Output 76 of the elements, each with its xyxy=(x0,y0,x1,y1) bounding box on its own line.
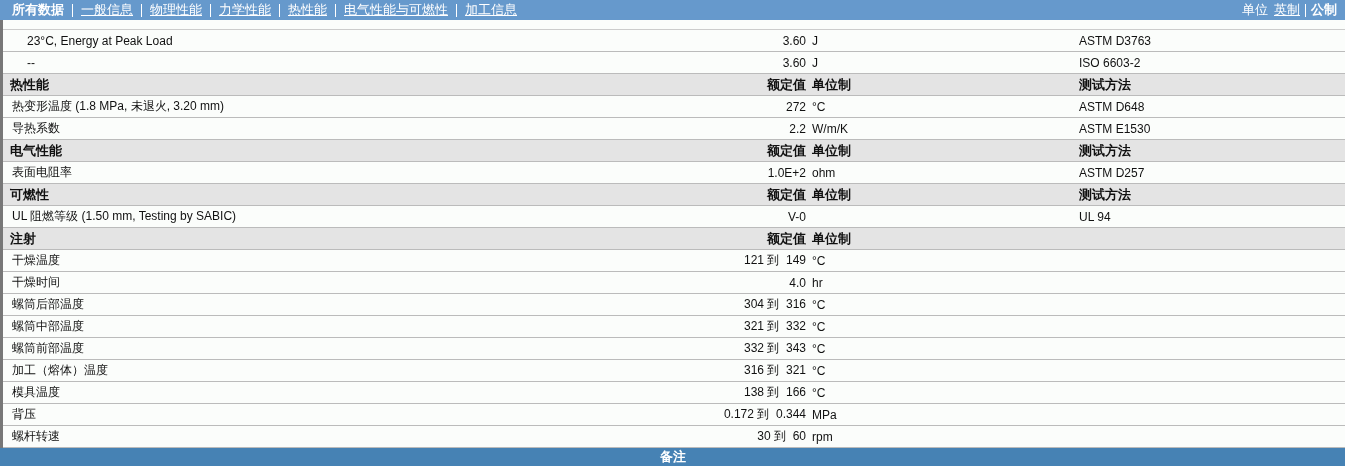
property-name: 表面电阻率 xyxy=(11,164,73,181)
nav-tab[interactable]: 所有数据 xyxy=(12,1,64,19)
column-heading: 单位制 xyxy=(812,230,851,246)
value-cell: 3.60 xyxy=(782,55,806,70)
unit-option[interactable]: 英制 xyxy=(1274,1,1300,19)
property-name: -- xyxy=(26,55,36,70)
column-heading: 测试方法 xyxy=(1079,186,1131,202)
unit-cell: rpm xyxy=(812,429,833,444)
value-cell: 316 到 321 xyxy=(743,363,806,377)
notes-title: 备注 xyxy=(659,449,686,465)
column-heading: 额定值 xyxy=(767,230,806,246)
column-heading: 测试方法 xyxy=(1079,142,1131,158)
column-heading: 单位制 xyxy=(812,76,851,92)
nav-tab[interactable]: 物理性能 xyxy=(150,1,202,19)
value-cell: 272 xyxy=(785,99,806,114)
unit-cell: hr xyxy=(812,275,823,290)
unit-cell: J xyxy=(812,55,818,70)
method-cell: ASTM D648 xyxy=(1079,99,1145,114)
column-heading: 单位制 xyxy=(812,142,851,158)
unit-cell: °C xyxy=(812,363,826,378)
value-cell: 3.60 xyxy=(782,33,806,48)
column-heading: 额定值 xyxy=(767,142,806,158)
value-cell: 2.2 xyxy=(789,121,806,136)
section-title: 电气性能 xyxy=(9,141,63,160)
value-cell: 121 到 149 xyxy=(743,253,806,267)
unit-option[interactable]: 公制 xyxy=(1311,1,1337,19)
value-cell: 0.172 到 0.344 xyxy=(723,407,806,421)
property-name: UL 阻燃等级 (1.50 mm, Testing by SABIC) xyxy=(11,208,238,225)
property-name: 螺筒后部温度 xyxy=(11,296,85,313)
property-name: 螺筒中部温度 xyxy=(11,318,85,335)
column-heading: 额定值 xyxy=(767,186,806,202)
property-name: 热变形温度 (1.8 MPa, 未退火, 3.20 mm) xyxy=(11,98,226,115)
value-cell: 1.0E+2 xyxy=(767,165,806,180)
column-heading: 测试方法 xyxy=(1079,76,1131,92)
property-name: 背压 xyxy=(11,406,37,423)
property-name: 导热系数 xyxy=(11,120,61,137)
nav-tab[interactable]: 加工信息 xyxy=(465,1,517,19)
unit-cell: W/m/K xyxy=(812,121,848,136)
value-cell: 332 到 343 xyxy=(743,341,806,355)
method-cell: ASTM D257 xyxy=(1079,165,1145,180)
section-title: 可燃性 xyxy=(9,185,50,204)
unit-cell: °C xyxy=(812,297,826,312)
property-name: 模具温度 xyxy=(11,384,61,401)
method-cell: ISO 6603-2 xyxy=(1079,55,1141,70)
value-cell: 30 到 60 xyxy=(757,429,806,443)
value-cell: 304 到 316 xyxy=(743,297,806,311)
units-label: 单位 xyxy=(1242,1,1268,19)
property-name: 螺杆转速 xyxy=(11,428,61,445)
property-name: 螺筒前部温度 xyxy=(11,340,85,357)
unit-cell: MPa xyxy=(812,407,837,422)
value-cell: 138 到 166 xyxy=(743,385,806,399)
value-cell: 321 到 332 xyxy=(743,319,806,333)
section-title: 注射 xyxy=(9,229,37,248)
value-cell: V-0 xyxy=(788,209,806,224)
unit-cell: °C xyxy=(812,319,826,334)
column-heading: 额定值 xyxy=(767,76,806,92)
method-cell: ASTM D3763 xyxy=(1079,33,1152,48)
unit-cell: °C xyxy=(812,99,826,114)
unit-cell: °C xyxy=(812,385,826,400)
nav-tab[interactable]: 力学性能 xyxy=(219,1,271,19)
property-name: 加工（熔体）温度 xyxy=(11,362,109,379)
unit-cell: °C xyxy=(812,253,826,268)
nav-tab[interactable]: 热性能 xyxy=(288,1,327,19)
nav-tab[interactable]: 一般信息 xyxy=(81,1,133,19)
property-name: 干燥时间 xyxy=(11,274,61,291)
property-name: 23°C, Energy at Peak Load xyxy=(26,33,174,48)
section-title: 热性能 xyxy=(9,75,50,94)
method-cell: ASTM E1530 xyxy=(1079,121,1151,136)
unit-cell: °C xyxy=(812,341,826,356)
property-name: 干燥温度 xyxy=(11,252,61,269)
value-cell: 4.0 xyxy=(789,275,806,290)
unit-cell: J xyxy=(812,33,818,48)
unit-cell: ohm xyxy=(812,165,836,180)
nav-tab[interactable]: 电气性能与可燃性 xyxy=(344,1,448,19)
method-cell: UL 94 xyxy=(1079,209,1111,224)
column-heading: 单位制 xyxy=(812,186,851,202)
